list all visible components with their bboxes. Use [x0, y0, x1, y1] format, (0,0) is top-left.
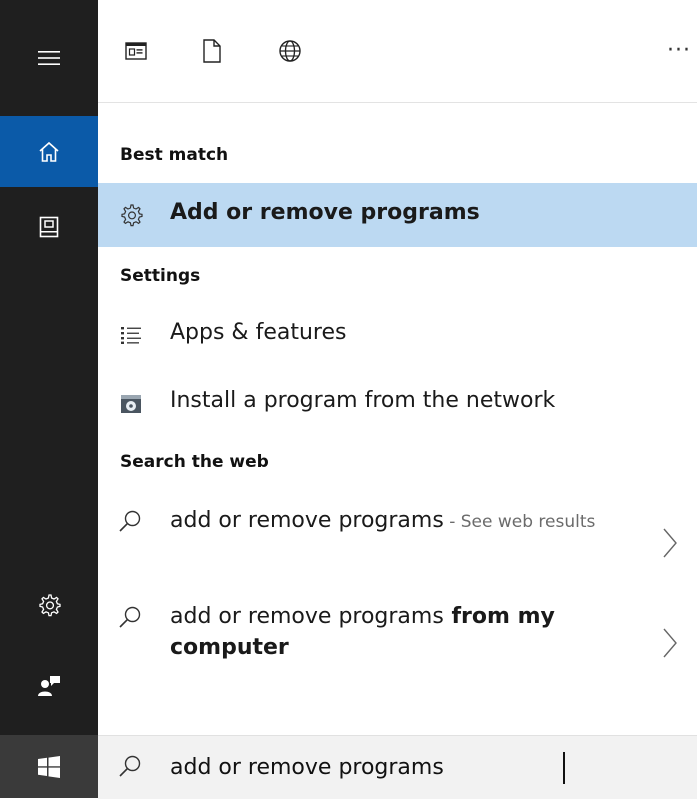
web-result-from-my-computer[interactable]: add or remove programs from my computer: [98, 587, 697, 677]
chevron-right-icon[interactable]: [661, 525, 679, 561]
documents-filter-icon: [203, 39, 221, 63]
web-filter-icon: [279, 40, 301, 62]
home-icon: [39, 141, 59, 162]
settings-heading: Settings: [120, 266, 201, 286]
web-query: add or remove programs: [170, 604, 444, 629]
result-label: Apps & features: [170, 320, 347, 345]
user-feedback-icon: [38, 676, 60, 696]
search-icon: [118, 509, 144, 535]
apps-filter-icon: [125, 42, 147, 60]
apps-list-icon: [118, 322, 144, 348]
install-program-icon: [118, 390, 144, 416]
search-the-web-heading: Search the web: [120, 452, 269, 472]
web-query: add or remove programs: [170, 508, 444, 533]
start-button[interactable]: [0, 735, 98, 798]
search-results-panel: Best match Add or remove programs Settin…: [98, 103, 697, 735]
rail-settings-button[interactable]: [0, 575, 98, 635]
result-label: Install a program from the network: [170, 388, 556, 413]
web-result-see-web-results[interactable]: add or remove programs - See web results: [98, 491, 697, 581]
search-icon: [118, 605, 144, 631]
rail-notebook-button[interactable]: [0, 187, 98, 267]
result-install-program-network[interactable]: Install a program from the network: [98, 371, 697, 435]
rail-feedback-button[interactable]: [0, 640, 98, 730]
hamburger-menu-icon: [38, 51, 60, 65]
gear-icon: [39, 594, 61, 617]
web-suffix: - See web results: [443, 512, 596, 532]
search-input[interactable]: [170, 748, 670, 786]
result-label: Add or remove programs: [170, 200, 480, 225]
best-match-heading: Best match: [120, 145, 229, 165]
notebook-icon: [39, 216, 59, 238]
hamburger-menu-button[interactable]: [0, 0, 98, 116]
text-caret: [563, 752, 565, 784]
documents-filter-button[interactable]: [182, 0, 242, 102]
left-rail: [0, 0, 98, 798]
search-bar: [98, 735, 697, 799]
windows-start-icon: [38, 755, 60, 778]
result-apps-and-features[interactable]: Apps & features: [98, 303, 697, 367]
apps-filter-button[interactable]: [106, 0, 166, 102]
more-options-button[interactable]: ···: [667, 38, 691, 63]
search-icon: [118, 754, 144, 780]
web-filter-button[interactable]: [260, 0, 320, 102]
search-filter-toolbar: ···: [98, 0, 697, 103]
rail-home-button[interactable]: [0, 116, 98, 187]
chevron-right-icon[interactable]: [661, 625, 679, 661]
gear-icon: [118, 202, 144, 228]
result-add-or-remove-programs[interactable]: Add or remove programs: [98, 183, 697, 247]
